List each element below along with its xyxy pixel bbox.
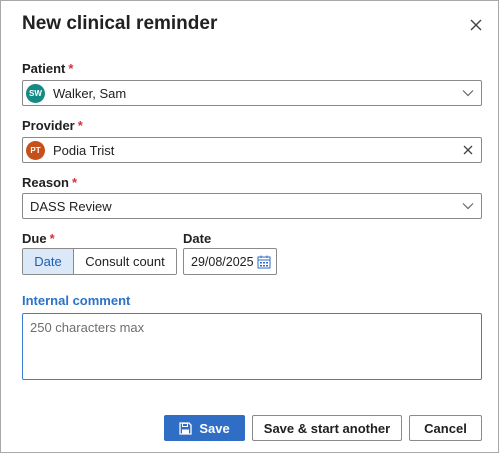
save-and-start-another-button[interactable]: Save & start another (252, 415, 402, 441)
due-segmented-control: Date Consult count (22, 248, 177, 275)
due-option-date[interactable]: Date (23, 249, 74, 274)
patient-label-text: Patient (22, 61, 66, 76)
required-mark: * (77, 118, 83, 133)
provider-select[interactable]: PT Podia Trist (22, 137, 482, 163)
due-label: Due * (22, 231, 55, 246)
required-mark: * (71, 175, 78, 190)
chevron-down-icon[interactable] (461, 86, 475, 100)
due-label-text: Due (22, 231, 47, 246)
clinical-reminder-dialog: New clinical reminder Patient * SW Walker… (0, 0, 499, 453)
clear-icon[interactable] (461, 143, 475, 157)
date-picker[interactable]: 29/08/2025 (183, 248, 277, 275)
calendar-icon[interactable] (257, 255, 271, 274)
provider-label-text: Provider (22, 118, 75, 133)
cancel-button[interactable]: Cancel (409, 415, 482, 441)
reason-label-text: Reason (22, 175, 69, 190)
date-value: 29/08/2025 (191, 254, 254, 269)
patient-name: Walker, Sam (53, 85, 127, 101)
required-mark: * (68, 61, 74, 76)
save-button[interactable]: Save (164, 415, 245, 441)
internal-comment-input[interactable] (22, 313, 482, 380)
reason-value: DASS Review (30, 198, 112, 214)
reason-label: Reason * (22, 175, 77, 190)
save-button-label: Save (199, 420, 230, 436)
close-button[interactable] (465, 14, 487, 36)
floppy-disk-icon (179, 421, 192, 435)
patient-avatar: SW (26, 83, 45, 103)
patient-select[interactable]: SW Walker, Sam (22, 80, 482, 106)
required-mark: * (49, 231, 55, 246)
internal-comment-label: Internal comment (22, 293, 131, 308)
close-icon (470, 19, 482, 31)
chevron-down-icon[interactable] (461, 199, 475, 213)
patient-label: Patient * (22, 61, 73, 76)
dialog-title: New clinical reminder (22, 13, 218, 34)
reason-select[interactable]: DASS Review (22, 193, 482, 219)
due-option-consult-count[interactable]: Consult count (74, 249, 176, 274)
provider-name: Podia Trist (53, 142, 115, 158)
provider-avatar: PT (26, 140, 45, 160)
provider-label: Provider * (22, 118, 83, 133)
date-label: Date (183, 231, 212, 246)
